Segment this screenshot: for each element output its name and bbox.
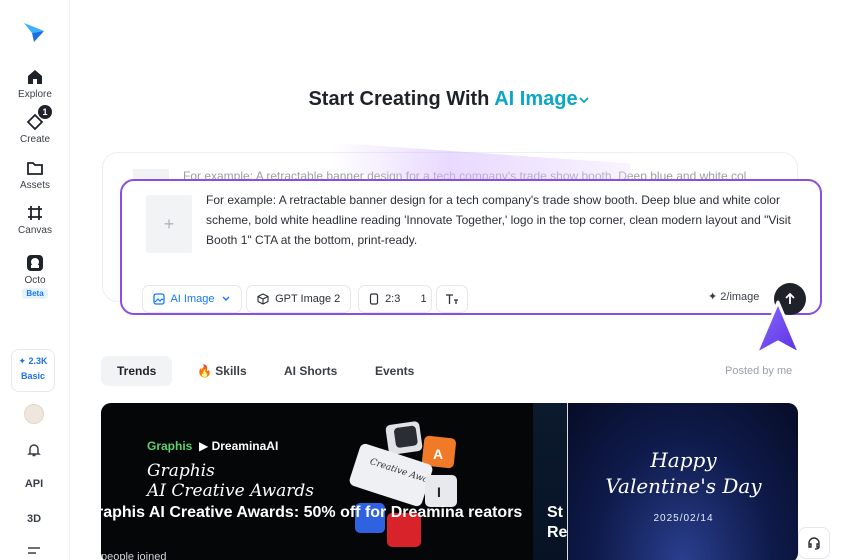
chevron-down-icon [222,296,230,302]
brand-right: DreaminaAI [211,439,279,453]
banner-secondary[interactable]: St Re [533,403,567,560]
sidebar-item-assets[interactable]: Assets [0,159,70,191]
tab-trends[interactable]: Trends [101,356,173,386]
text-settings-button[interactable] [436,285,468,313]
mode-dropdown[interactable]: AI Image [494,88,589,110]
sidebar-item-label: Assets [19,180,50,191]
credits-amount: ✦ 2.3K [18,356,48,366]
avatar[interactable] [24,404,44,424]
banner-joined-count: people joined [101,551,167,560]
posted-by-me-filter[interactable]: Posted by me [725,365,792,377]
support-button[interactable] [798,527,830,559]
valentines-title: Happy Valentine's Day [568,447,798,499]
banner-title: raphis AI Creative Awards: 50% off for D… [101,504,523,521]
aspect-ratio-icon [369,293,379,305]
folder-icon [27,162,43,175]
credits-box[interactable]: ✦ 2.3K Basic [11,349,55,392]
key-a: A [433,446,443,462]
plan-tier: Basic [20,371,46,381]
event-banner-carousel: Graphis ▶ DreaminaAI Graphis AI Creative … [101,403,798,560]
mode-select[interactable]: AI Image [142,285,242,313]
text-format-icon [446,294,458,305]
dreamina-logo-icon[interactable] [22,20,46,44]
image-icon [153,293,165,305]
sidebar-item-label: Octo [24,275,46,286]
keycap-illustration: A Creative Awards I [349,421,457,547]
title-prefix: Start Creating With [308,88,490,110]
script-line-1: Graphis [147,461,215,481]
api-link[interactable]: API [0,478,68,490]
bell-icon[interactable] [26,442,42,458]
3d-link[interactable]: 3D [0,513,68,525]
sidebar-item-canvas[interactable]: Canvas [0,204,70,236]
tab-events[interactable]: Events [359,356,430,386]
headset-icon [808,537,820,550]
script-line-2: AI Creative Awards [147,481,314,501]
tab-skills[interactable]: 🔥 Skills [181,356,263,386]
ratio-label: 2:3 [385,293,401,305]
canvas-icon [28,206,42,220]
prompt-composer: + For example: A retractable banner desi… [120,179,822,315]
menu-icon[interactable] [26,546,42,560]
sidebar-item-create[interactable]: 1 Create [0,105,70,145]
model-select[interactable]: GPT Image 2 [246,285,352,313]
banner-script-title: Graphis AI Creative Awards [147,461,314,501]
home-icon [28,70,42,84]
mode-dropdown-label: AI Image [494,88,578,110]
count-label: 1 [420,293,427,305]
mode-select-label: AI Image [170,293,215,305]
sidebar-item-label: Create [19,134,50,145]
ratio-count-select[interactable]: 2:3 1 [358,285,432,313]
chevron-down-icon [578,97,589,103]
prompt-input[interactable]: For example: A retractable banner design… [206,190,806,250]
model-select-label: GPT Image 2 [275,293,341,305]
banner-valentines[interactable]: Happy Valentine's Day 2025/02/14 [567,403,798,560]
credits-amount-value: 2.3K [28,356,48,366]
sidebar-item-octo[interactable]: Octo Beta [0,254,70,299]
sidebar-item-label: Canvas [18,225,52,236]
app-root: Explore 1 Create Assets Canvas Octo Beta… [0,0,842,560]
key-i: I [437,484,441,500]
beta-badge: Beta [22,288,48,299]
add-reference-image-button[interactable]: + [146,195,192,253]
tab-skills-label: Skills [215,364,247,378]
valentines-line-2: Valentine's Day [605,474,762,498]
valentines-date: 2025/02/14 [653,513,714,524]
model-cube-icon [257,293,269,305]
brand-left: Graphis [147,439,193,453]
octo-icon [27,255,43,271]
fire-icon: 🔥 [197,364,212,378]
tab-ai-shorts[interactable]: AI Shorts [268,356,353,386]
banner-secondary-title: St Re [547,504,568,541]
sidebar: Explore 1 Create Assets Canvas Octo Beta… [0,0,70,560]
valentines-line-1: Happy [650,448,717,472]
banner-brand: Graphis ▶ DreaminaAI [147,439,279,453]
page-title: Start Creating With AI Image [0,88,842,111]
pointer-cursor-icon [754,300,802,356]
banner-creative-awards[interactable]: Graphis ▶ DreaminaAI Graphis AI Creative … [101,403,533,560]
